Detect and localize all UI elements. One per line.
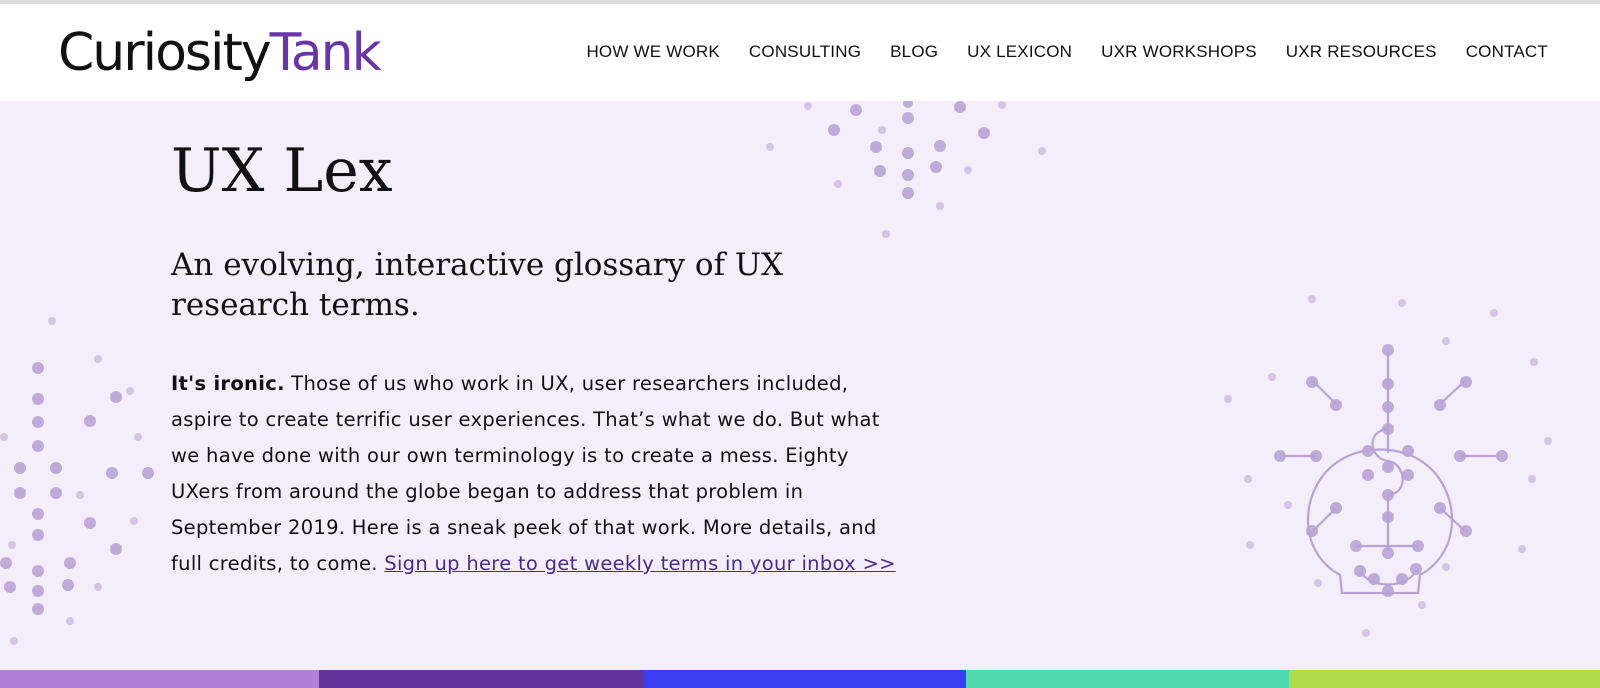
logo-part2: Tank: [269, 23, 382, 83]
intro-text: Those of us who work in UX, user researc…: [171, 372, 880, 575]
logo[interactable]: CuriosityTank: [58, 18, 382, 88]
main-nav: HOW WE WORK CONSULTING BLOG UX LEXICON U…: [557, 42, 1548, 62]
nav-contact[interactable]: CONTACT: [1466, 42, 1548, 62]
footer-color-bar: [0, 670, 1600, 688]
nav-ux-lexicon[interactable]: UX LEXICON: [967, 42, 1072, 62]
nav-consulting[interactable]: CONSULTING: [749, 42, 861, 62]
logo-part1: Curiosity: [58, 23, 272, 83]
site-header: CuriosityTank HOW WE WORK CONSULTING BLO…: [0, 4, 1600, 101]
intro-paragraph: It's ironic. Those of us who work in UX,…: [171, 366, 901, 582]
hero-section: UX Lex An evolving, interactive glossary…: [0, 101, 1600, 670]
color-segment-4: [966, 670, 1289, 688]
nav-uxr-workshops[interactable]: UXR WORKSHOPS: [1101, 42, 1257, 62]
color-segment-3: [643, 670, 966, 688]
nav-how-we-work[interactable]: HOW WE WORK: [586, 42, 719, 62]
color-segment-2: [319, 670, 643, 688]
signup-link[interactable]: Sign up here to get weekly terms in your…: [384, 552, 895, 575]
page-title: UX Lex: [171, 136, 393, 206]
page-subtitle: An evolving, interactive glossary of UX …: [171, 247, 784, 323]
intro-bold: It's ironic.: [171, 372, 285, 395]
nav-blog[interactable]: BLOG: [890, 42, 938, 62]
nav-uxr-resources[interactable]: UXR RESOURCES: [1286, 42, 1437, 62]
color-segment-1: [0, 670, 319, 688]
color-segment-5: [1289, 670, 1600, 688]
